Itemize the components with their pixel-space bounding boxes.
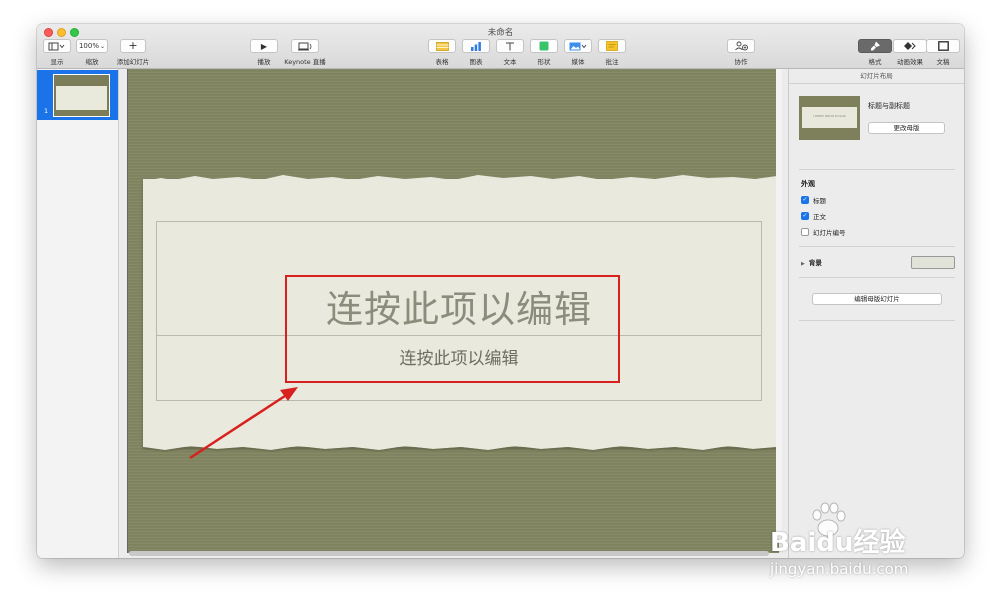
comment-label: 批注 [605,58,619,66]
toolbar: 未命名 显示 100%⌄ 缩放 + 添加幻灯片 ▶ 播放 Keynote 直播 [37,24,964,69]
master-thumbnail-paper: LOREM IPSUM DOLOR [802,107,857,128]
comment-icon [606,41,618,51]
background-color-well[interactable] [911,256,955,269]
slide-thumbnail[interactable] [53,74,110,117]
slide-canvas[interactable]: 连按此项以编辑 连按此项以编辑 [127,69,779,553]
table-label: 表格 [435,58,449,66]
title-checkbox-row[interactable]: ✓ 标题 [801,195,826,205]
document-button[interactable]: 文稿 [926,39,960,66]
slide-thumbnail-paper [56,86,107,110]
separator [799,246,955,247]
add-slide-label: 添加幻灯片 [116,58,150,66]
slide-number-checkbox-label: 幻灯片编号 [813,229,846,237]
keynote-live-button[interactable]: Keynote 直播 [281,39,329,66]
animate-icon [904,42,916,50]
paintbrush-icon [870,41,880,51]
master-thumbnail-lettering: LOREM IPSUM DOLOR [813,114,846,118]
zoom-value: 100% [78,42,99,50]
comment-button[interactable]: 批注 [598,39,626,66]
checkmark-icon[interactable]: ✓ [801,212,809,220]
play-icon: ▶ [260,41,268,51]
shape-icon [539,41,549,51]
format-button[interactable]: 格式 [858,39,892,66]
format-inspector: 幻灯片布局 LOREM IPSUM DOLOR 标题与副标题 更改母版 外观 ✓… [788,69,964,558]
background-disclosure[interactable]: ▶ 背景 [801,257,822,267]
play-label: 播放 [257,58,271,66]
checkmark-icon[interactable]: ✓ [801,196,809,204]
add-slide-button[interactable]: + 添加幻灯片 [113,39,153,66]
keynote-live-label: Keynote 直播 [284,58,326,66]
view-icon [48,42,65,50]
collaborate-button[interactable]: 协作 [727,39,755,66]
slide-number-checkbox-row[interactable]: 幻灯片编号 [801,227,846,237]
view-button[interactable]: 显示 [42,39,72,66]
inspector-header: 幻灯片布局 [789,69,964,84]
chart-icon [471,41,481,51]
document-icon [937,41,949,51]
view-label: 显示 [50,58,64,66]
checkbox-empty-icon[interactable] [801,228,809,236]
appearance-section-title: 外观 [801,180,815,188]
master-name: 标题与副标题 [868,102,910,110]
change-master-button[interactable]: 更改母版 [868,122,945,134]
baidu-jingyan-watermark: Baidu经验 jingyan.baidu.com [770,498,950,588]
text-icon [506,42,514,50]
text-label: 文本 [503,58,517,66]
document-label: 文稿 [936,58,950,66]
separator [799,320,955,321]
play-button[interactable]: ▶ 播放 [247,39,281,66]
animate-label: 动画效果 [897,58,923,66]
body-checkbox-label: 正文 [813,213,826,221]
separator [799,169,955,170]
separator [799,277,955,278]
collaborate-icon [735,41,748,51]
media-icon [569,42,587,50]
body-checkbox-row[interactable]: ✓ 正文 [801,211,826,221]
edit-master-slide-button[interactable]: 编辑母版幻灯片 [812,293,942,305]
watermark-brand: Baidu经验 [770,528,906,558]
window-title: 未命名 [487,28,514,38]
chart-label: 图表 [469,58,483,66]
slide-thumbnail-selected[interactable]: 1 [37,70,118,120]
zoom-label: 缩放 [85,58,99,66]
master-slide-thumbnail[interactable]: LOREM IPSUM DOLOR [799,96,860,140]
chart-button[interactable]: 图表 [462,39,490,66]
format-label: 格式 [868,58,882,66]
media-button[interactable]: 媒体 [564,39,592,66]
keynote-live-icon [298,42,312,50]
text-button[interactable]: 文本 [496,39,524,66]
horizontal-scrollbar[interactable] [129,551,769,556]
shape-button[interactable]: 形状 [530,39,558,66]
plus-icon: + [128,39,138,52]
animate-button[interactable]: 动画效果 [892,39,928,66]
watermark-url: jingyan.baidu.com [770,560,909,578]
chevron-down-icon: ⌄ [99,42,106,50]
annotation-arrow [189,387,298,460]
table-button[interactable]: 表格 [428,39,456,66]
collaborate-label: 协作 [734,58,748,66]
table-icon [435,41,449,51]
disclosure-triangle-icon: ▶ [801,261,805,267]
slide-navigator: 1 [37,69,119,558]
media-label: 媒体 [571,58,585,66]
slide-number: 1 [44,107,49,115]
background-label: 背景 [808,259,822,267]
keynote-window: 未命名 显示 100%⌄ 缩放 + 添加幻灯片 ▶ 播放 Keynote 直播 [37,24,964,558]
shape-label: 形状 [537,58,551,66]
zoom-select[interactable]: 100% ⌄ 缩放 [75,39,109,66]
vertical-scrollbar[interactable] [776,69,782,539]
title-checkbox-label: 标题 [813,197,826,205]
